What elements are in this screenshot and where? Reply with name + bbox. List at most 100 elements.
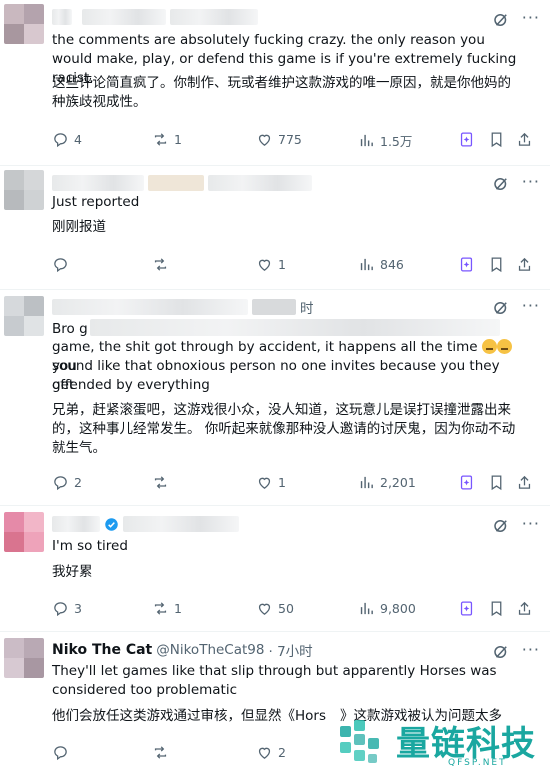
author-row[interactable]: [52, 8, 258, 26]
bookmark-icon: [491, 475, 502, 491]
reply-count: 3: [74, 601, 82, 616]
share-icon: [518, 601, 531, 615]
reply-icon: [54, 602, 67, 617]
reply-button[interactable]: 2: [52, 474, 82, 491]
grok-explain-button[interactable]: [458, 600, 475, 617]
grok-icon[interactable]: [492, 11, 510, 29]
timestamp-redacted: [208, 175, 312, 191]
reply-button[interactable]: 3: [52, 600, 82, 617]
like-button[interactable]: 1: [256, 474, 286, 491]
author-row[interactable]: 时: [52, 298, 314, 317]
neutral-face-emoji: [481, 339, 497, 354]
reply-icon: [54, 133, 67, 148]
bookmark-button[interactable]: [488, 474, 505, 491]
views-button[interactable]: 846: [358, 256, 404, 273]
bookmark-icon: [491, 132, 502, 148]
like-button[interactable]: 775: [256, 131, 302, 148]
like-icon: [258, 477, 271, 489]
views-button[interactable]: 9,800: [358, 600, 416, 617]
views-icon: [360, 134, 373, 147]
views-icon: [360, 476, 373, 489]
views-button[interactable]: 1.5万: [358, 131, 412, 150]
grok-icon[interactable]: [492, 643, 510, 661]
more-icon[interactable]: ···: [522, 642, 540, 658]
reply-button[interactable]: [52, 256, 69, 273]
author-name-redacted: [52, 299, 248, 315]
repost-button[interactable]: 1: [152, 600, 182, 617]
author-name-redacted: [52, 175, 144, 191]
author-name[interactable]: Niko The Cat: [52, 642, 152, 658]
grok-icon[interactable]: [492, 517, 510, 535]
tweet-translation: 兄弟，赶紧滚蛋吧，这游戏很小众，没人知道，这玩意儿是误打误撞泄露出来的，这种事儿…: [52, 402, 516, 456]
grok-icon[interactable]: [492, 175, 510, 193]
views-button[interactable]: 2,201: [358, 474, 416, 491]
repost-button[interactable]: [152, 474, 169, 491]
like-count: 50: [278, 601, 294, 616]
grok-icon[interactable]: [492, 299, 510, 317]
like-button[interactable]: 50: [256, 600, 294, 617]
avatar[interactable]: [4, 512, 44, 552]
tweet[interactable]: ··· I'm so tired 我好累 3 1 50 9,800: [0, 506, 550, 632]
avatar[interactable]: [4, 638, 44, 678]
tweet[interactable]: ··· Just reported 刚刚报道 1 846: [0, 166, 550, 290]
grok-explain-button[interactable]: [458, 474, 475, 491]
share-button[interactable]: [516, 474, 533, 491]
more-icon[interactable]: ···: [522, 10, 540, 26]
reply-button[interactable]: [52, 744, 69, 761]
share-button[interactable]: [516, 600, 533, 617]
action-bar: 4 1 775 1.5万: [52, 131, 532, 151]
more-icon[interactable]: ···: [522, 174, 540, 190]
reply-button[interactable]: 4: [52, 131, 82, 148]
bookmark-icon: [491, 601, 502, 617]
like-count: 1: [278, 475, 286, 490]
timestamp-redacted: [170, 9, 258, 25]
more-icon[interactable]: ···: [522, 298, 540, 314]
repost-button[interactable]: [152, 744, 169, 761]
repost-button[interactable]: 1: [152, 131, 182, 148]
reply-count: 2: [74, 475, 82, 490]
avatar[interactable]: [4, 296, 44, 336]
author-handle-redacted: [82, 9, 166, 25]
tweet-text: They'll let games like that slip through…: [52, 663, 497, 698]
author-row[interactable]: Niko The Cat @NikoTheCat98 · 7小时: [52, 640, 313, 660]
repost-button[interactable]: [152, 256, 169, 273]
author-row[interactable]: [52, 174, 312, 192]
text-redacted: [89, 319, 500, 336]
views-count: 2,201: [380, 475, 416, 490]
avatar[interactable]: [4, 4, 44, 44]
tweet-text-line1: Bro g: [52, 319, 522, 339]
author-row[interactable]: [52, 515, 239, 533]
repost-icon: [154, 476, 167, 489]
grok-explain-button[interactable]: [458, 256, 475, 273]
bookmark-button[interactable]: [488, 600, 505, 617]
grok-explain-icon: [460, 601, 473, 616]
like-count: 775: [278, 132, 302, 147]
bookmark-button[interactable]: [488, 256, 505, 273]
tweet[interactable]: 时 ··· Bro g game, the shit got through b…: [0, 290, 550, 506]
tweet-translation: 我好累: [52, 564, 93, 580]
author-handle[interactable]: @NikoTheCat98: [156, 642, 264, 658]
expressionless-face-emoji: [496, 339, 512, 354]
like-count: 2: [278, 745, 286, 760]
tweet-translation: 刚刚报道: [52, 219, 106, 235]
avatar[interactable]: [4, 170, 44, 210]
reply-count: 4: [74, 132, 82, 147]
bookmark-button[interactable]: [488, 131, 505, 148]
tweet-text-line4: offended by everything: [52, 377, 210, 393]
like-button[interactable]: 2: [256, 744, 286, 761]
repost-icon: [154, 258, 167, 271]
share-icon: [518, 257, 531, 271]
more-icon[interactable]: ···: [522, 516, 540, 532]
views-icon: [360, 602, 373, 615]
reply-icon: [54, 258, 67, 273]
author-handle-redacted: [123, 516, 239, 532]
timestamp[interactable]: · 7小时: [268, 640, 312, 660]
grok-explain-button[interactable]: [458, 131, 475, 148]
share-button[interactable]: [516, 256, 533, 273]
share-button[interactable]: [516, 131, 533, 148]
tweet[interactable]: ··· the comments are absolutely fucking …: [0, 0, 550, 166]
like-button[interactable]: 1: [256, 256, 286, 273]
reply-icon: [54, 476, 67, 491]
like-icon: [258, 747, 271, 759]
grok-explain-icon: [460, 132, 473, 147]
